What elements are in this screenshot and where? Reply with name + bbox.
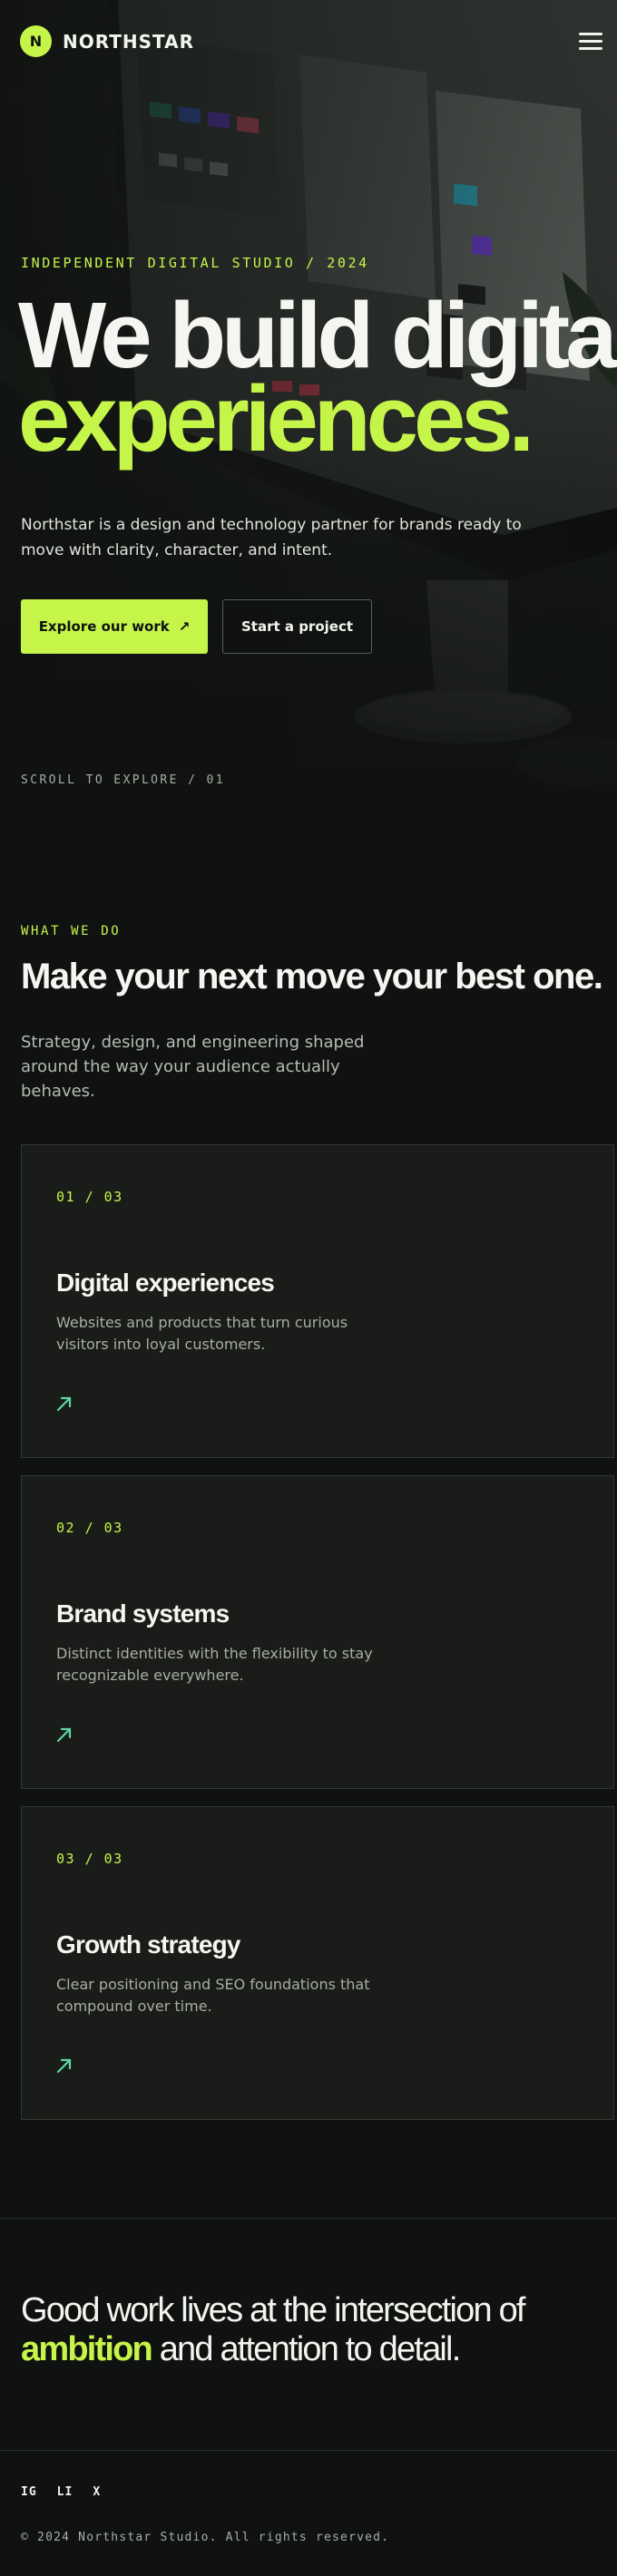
social-links: IG LI X [21,2485,101,2499]
footer-divider [0,2450,617,2451]
service-card-index: 01 / 03 [56,1189,123,1205]
service-card-title: Brand systems [56,1599,230,1628]
hero-title: We build digital experiences. [18,283,617,471]
social-link-linkedin[interactable]: LI [57,2485,73,2499]
hero-lead: Northstar is a design and technology par… [21,516,522,559]
brand-mark-icon: N [20,25,52,57]
service-card-growth-strategy[interactable]: 03 / 03 Growth strategy Clear positionin… [21,1806,614,2120]
start-project-button[interactable]: Start a project [222,599,372,654]
services-lead: Strategy, design, and engineering shaped… [21,1033,365,1101]
service-card-description: Distinct identities with the flexibility… [56,1645,373,1684]
services-eyebrow: WHAT WE DO [21,924,122,938]
hamburger-menu-icon[interactable] [579,31,602,53]
hero-title-line2: experiences. [18,366,534,471]
hero-eyebrow: INDEPENDENT DIGITAL STUDIO / 2024 [21,255,369,271]
scroll-cue: SCROLL TO EXPLORE / 01 [21,773,225,787]
brand-name: NORTHSTAR [63,30,194,53]
closing-statement: Good work lives at the intersection of a… [21,2291,602,2369]
arrow-up-right-icon: ↗ [178,618,191,635]
arrow-up-right-icon[interactable] [54,1725,74,1745]
arrow-up-right-icon[interactable] [54,1394,74,1414]
hero-section: N NORTHSTAR INDEPENDENT DIGITAL STUDIO /… [0,0,617,820]
brand-logo[interactable]: N NORTHSTAR [20,25,194,57]
services-title: Make your next move your best one. [21,957,603,996]
closing-line2: and attention to detail. [151,2330,462,2368]
page: N NORTHSTAR INDEPENDENT DIGITAL STUDIO /… [0,0,617,2576]
service-card-index: 02 / 03 [56,1520,123,1536]
service-card-brand-systems[interactable]: 02 / 03 Brand systems Distinct identitie… [21,1475,614,1789]
social-link-x[interactable]: X [93,2485,101,2499]
service-card-description: Websites and products that turn curious … [56,1314,348,1353]
hero-title-line1: We build digital [18,283,617,387]
service-card-digital-experiences[interactable]: 01 / 03 Digital experiences Websites and… [21,1144,614,1458]
copyright: © 2024 Northstar Studio. All rights rese… [21,2531,390,2544]
service-card-title: Digital experiences [56,1269,275,1297]
explore-work-label: Explore our work [38,618,170,635]
service-card-index: 03 / 03 [56,1851,123,1867]
social-link-instagram[interactable]: IG [21,2485,37,2499]
explore-work-button[interactable]: Explore our work ↗ [21,599,208,654]
section-divider [0,2218,617,2219]
service-card-description: Clear positioning and SEO foundations th… [56,1976,370,2015]
arrow-up-right-icon[interactable] [54,2056,74,2075]
closing-line1: Good work lives at the intersection of [21,2291,525,2329]
service-card-title: Growth strategy [56,1930,241,1959]
closing-highlight: ambition [21,2330,153,2368]
